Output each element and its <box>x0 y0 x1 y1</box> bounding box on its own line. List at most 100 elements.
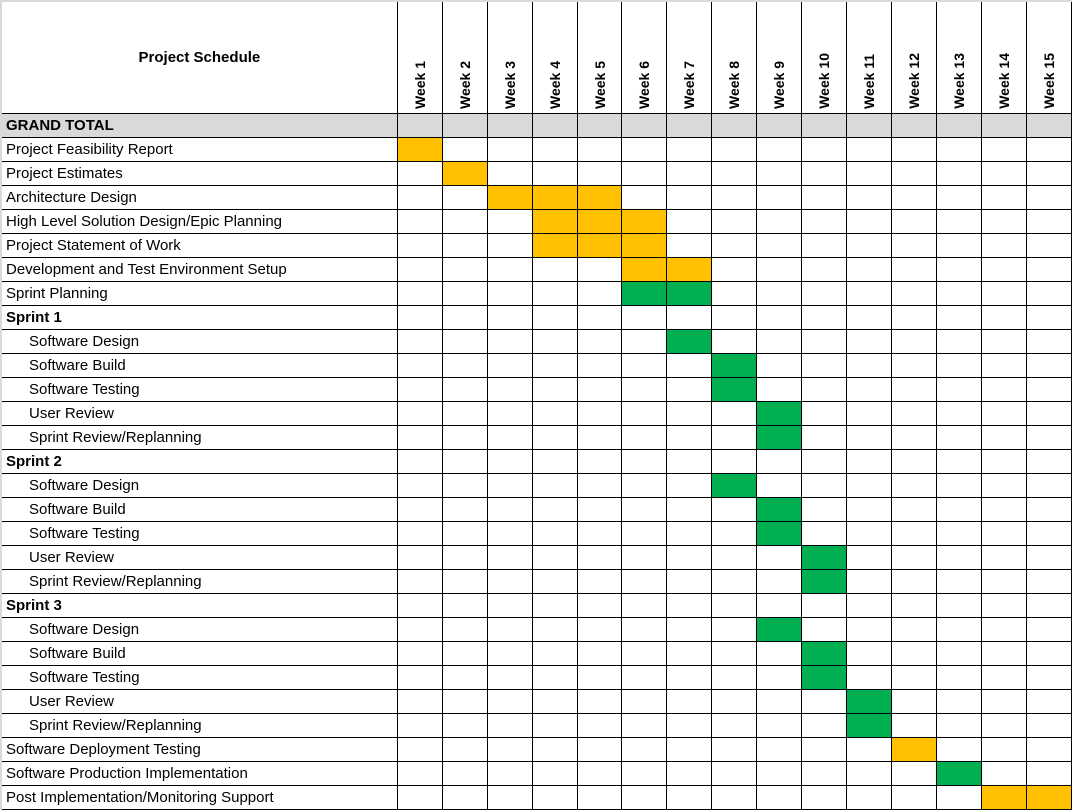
grid-cell <box>621 185 668 210</box>
grid-cell <box>980 593 1027 618</box>
grid-cell <box>936 281 982 306</box>
gantt-bar-cell <box>801 545 848 570</box>
grid-cell <box>396 281 443 306</box>
grid-cell <box>576 569 623 594</box>
week-label: Week 15 <box>1040 53 1057 109</box>
grid-cell <box>936 713 982 738</box>
grid-cell <box>1025 593 1072 618</box>
grid-cell <box>756 209 803 234</box>
grid-cell <box>441 281 488 306</box>
grid-cell <box>980 161 1027 186</box>
task-row: Development and Test Environment Setup <box>0 257 1072 282</box>
task-label: Software Build <box>0 641 398 666</box>
task-label: Sprint Review/Replanning <box>0 569 398 594</box>
grid-cell <box>576 305 623 330</box>
grid-cell <box>621 497 668 522</box>
task-label: Project Statement of Work <box>0 233 398 258</box>
grid-cell <box>891 185 938 210</box>
week-label: Week 3 <box>501 61 518 109</box>
grid-cell <box>846 233 893 258</box>
gantt-bar-cell <box>666 257 713 282</box>
week-header-14: Week 14 <box>980 0 1027 114</box>
grand-total-row: GRAND TOTAL <box>0 113 1072 138</box>
grid-cell <box>980 329 1027 354</box>
grid-cell <box>441 185 488 210</box>
grid-cell <box>576 377 623 402</box>
grid-cell <box>441 233 488 258</box>
grid-cell <box>846 113 893 138</box>
grid-cell <box>801 449 848 474</box>
grid-cell <box>486 521 533 546</box>
grid-cell <box>936 689 982 714</box>
grid-cell <box>666 113 713 138</box>
grid-cell <box>980 353 1027 378</box>
grid-cell <box>621 761 668 786</box>
grid-cell <box>396 569 443 594</box>
grid-cell <box>621 593 668 618</box>
grid-cell <box>621 473 668 498</box>
gantt-bar-cell <box>621 281 668 306</box>
grid-cell <box>396 233 443 258</box>
grid-cell <box>980 521 1027 546</box>
grid-cell <box>531 137 578 162</box>
header-row: Project Schedule Week 1 Week 2 Week 3 Week … <box>0 0 1072 114</box>
grid-cell <box>756 233 803 258</box>
grid-cell <box>441 617 488 642</box>
grid-cell <box>1025 449 1072 474</box>
grid-cell <box>801 497 848 522</box>
grid-cell <box>621 689 668 714</box>
grid-cell <box>846 521 893 546</box>
grid-cell <box>891 641 938 666</box>
grid-cell <box>441 521 488 546</box>
grid-cell <box>486 689 533 714</box>
grid-cell <box>441 305 488 330</box>
grid-cell <box>1025 281 1072 306</box>
gantt-bar-cell <box>531 209 578 234</box>
grid-cell <box>980 641 1027 666</box>
grid-cell <box>576 425 623 450</box>
grid-cell <box>936 425 982 450</box>
grid-cell <box>980 449 1027 474</box>
task-row: Project Feasibility Report <box>0 137 1072 162</box>
grid-cell <box>621 305 668 330</box>
grid-cell <box>801 353 848 378</box>
grid-cell <box>711 449 758 474</box>
gantt-bar-cell <box>396 137 443 162</box>
grid-cell <box>936 641 982 666</box>
grid-cell <box>576 545 623 570</box>
gantt-bar-cell <box>711 473 758 498</box>
grid-cell <box>531 281 578 306</box>
grid-cell <box>531 161 578 186</box>
gantt-bar-cell <box>576 233 623 258</box>
grid-cell <box>891 665 938 690</box>
grid-cell <box>1025 113 1072 138</box>
grid-cell <box>666 737 713 762</box>
grid-cell <box>486 497 533 522</box>
grid-cell <box>756 785 803 810</box>
grid-cell <box>576 641 623 666</box>
grid-cell <box>891 329 938 354</box>
grid-cell <box>576 137 623 162</box>
grid-cell <box>980 665 1027 690</box>
grid-cell <box>576 593 623 618</box>
task-label: Sprint 3 <box>0 593 398 618</box>
grid-cell <box>1025 617 1072 642</box>
task-row: Software Deployment Testing <box>0 737 1072 762</box>
grid-cell <box>936 185 982 210</box>
grid-cell <box>621 785 668 810</box>
grid-cell <box>711 665 758 690</box>
week-header-5: Week 5 <box>576 0 623 114</box>
grid-cell <box>441 257 488 282</box>
grid-cell <box>801 761 848 786</box>
task-label: Software Build <box>0 497 398 522</box>
grid-cell <box>801 401 848 426</box>
grid-cell <box>666 665 713 690</box>
grid-cell <box>846 617 893 642</box>
grid-cell <box>756 545 803 570</box>
grid-cell <box>486 329 533 354</box>
grid-cell <box>711 617 758 642</box>
grid-cell <box>576 449 623 474</box>
grid-cell <box>801 425 848 450</box>
grid-cell <box>576 689 623 714</box>
grid-cell <box>936 329 982 354</box>
